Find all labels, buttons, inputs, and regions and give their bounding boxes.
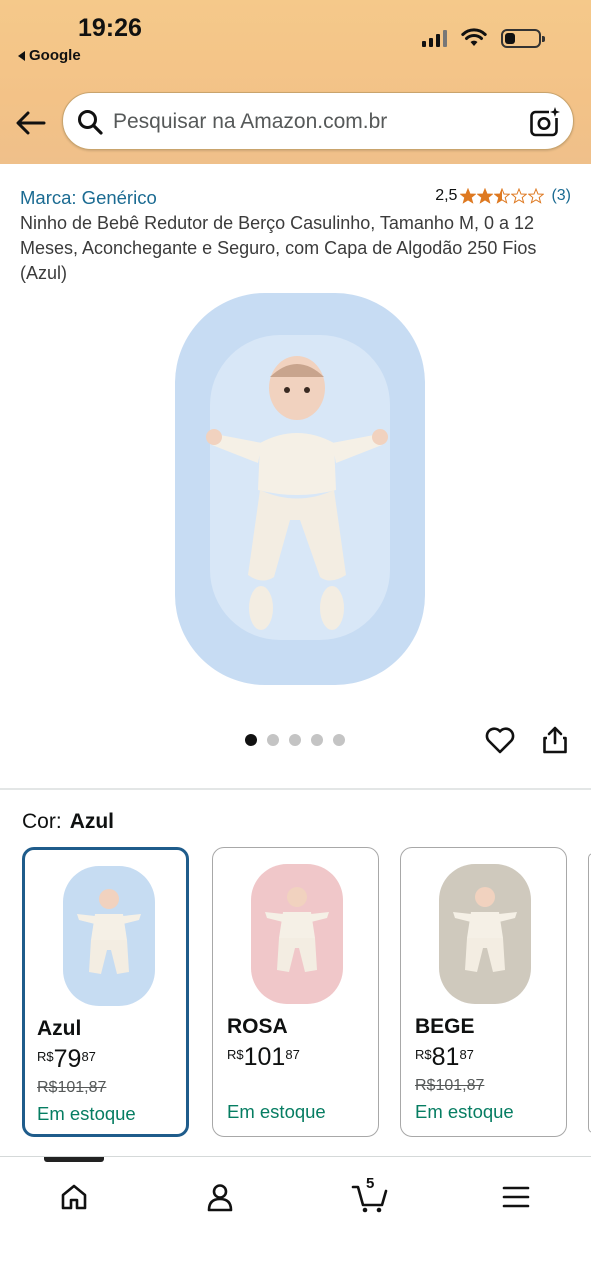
star-empty-icon	[528, 188, 545, 204]
nav-account[interactable]	[200, 1177, 240, 1217]
color-option-azul[interactable]: Azul R$ 79 87 R$101,87 Em estoque	[22, 847, 189, 1137]
nav-menu[interactable]	[496, 1177, 536, 1217]
stock-status: Em estoque	[37, 1103, 136, 1124]
color-thumbnail	[251, 864, 343, 1004]
wifi-icon	[461, 28, 487, 46]
active-tab-indicator	[44, 1157, 104, 1162]
search-input[interactable]	[113, 93, 513, 151]
price-cents: 87	[459, 1047, 474, 1062]
back-triangle-icon	[18, 50, 25, 61]
color-option-rosa[interactable]: ROSA R$ 101 87 Em estoque	[212, 847, 379, 1137]
color-thumbnail	[63, 866, 155, 1006]
carousel-dot[interactable]	[289, 734, 301, 746]
rating-value: 2,5	[435, 187, 458, 204]
back-arrow-icon[interactable]	[14, 108, 46, 138]
search-row	[0, 92, 591, 154]
color-label: Cor: Azul	[22, 810, 114, 834]
app-header: 19:26 Google	[0, 0, 591, 164]
camera-search-icon[interactable]	[529, 106, 561, 138]
list-price: R$101,87	[37, 1079, 107, 1096]
cart-count-badge: 5	[366, 1175, 375, 1192]
star-empty-icon	[511, 188, 528, 204]
image-carousel-dots	[245, 734, 345, 746]
color-label-prefix: Cor:	[22, 810, 62, 833]
color-option-price: R$ 79 87	[37, 1046, 96, 1072]
star-full-icon	[477, 188, 494, 204]
status-icons	[422, 28, 545, 48]
color-option-bege[interactable]: BEGE R$ 81 87 R$101,87 Em estoque	[400, 847, 567, 1137]
price-cents: 87	[81, 1049, 96, 1064]
home-icon	[61, 1184, 87, 1210]
color-option-name: Azul	[37, 1017, 82, 1040]
star-half-icon	[494, 188, 511, 204]
status-time: 19:26	[78, 14, 142, 42]
price-whole: 81	[431, 1043, 460, 1071]
share-icon[interactable]	[540, 725, 570, 755]
rating-summary[interactable]: 2,5 (3)	[435, 187, 571, 205]
bottom-nav-bar: 5	[0, 1156, 591, 1280]
section-divider	[0, 788, 591, 790]
color-option-name: ROSA	[227, 1015, 288, 1038]
price-currency: R$	[37, 1049, 54, 1064]
price-currency: R$	[415, 1047, 432, 1062]
search-icon	[78, 110, 103, 135]
cellular-signal-icon	[422, 29, 447, 47]
product-title: Ninho de Bebê Redutor de Berço Casulinho…	[20, 213, 537, 283]
color-option-price: R$ 101 87	[227, 1044, 300, 1070]
carousel-dot[interactable]	[333, 734, 345, 746]
price-whole: 79	[53, 1045, 82, 1073]
color-option-price: R$ 81 87	[415, 1044, 474, 1070]
nav-cart[interactable]: 5	[350, 1175, 390, 1217]
color-option-name: BEGE	[415, 1015, 475, 1038]
rating-stars	[460, 188, 545, 204]
list-price: R$101,87	[415, 1077, 485, 1094]
stock-status: Em estoque	[227, 1101, 326, 1122]
back-to-app-link[interactable]: Google	[18, 47, 81, 64]
price-cents: 87	[285, 1047, 300, 1062]
battery-icon	[501, 28, 545, 48]
product-main-image[interactable]	[150, 285, 440, 695]
back-app-label: Google	[29, 47, 81, 64]
rating-count-link[interactable]: (3)	[551, 187, 571, 205]
price-whole: 101	[243, 1043, 286, 1071]
carousel-dot[interactable]	[267, 734, 279, 746]
carousel-dot-active[interactable]	[245, 734, 257, 746]
hamburger-menu-icon	[502, 1186, 530, 1208]
color-thumbnail	[439, 864, 531, 1004]
star-full-icon	[460, 188, 477, 204]
heart-icon[interactable]	[484, 724, 516, 756]
price-currency: R$	[227, 1047, 244, 1062]
stock-status: Em estoque	[415, 1101, 514, 1122]
brand-rating-row: Marca: Genérico 2,5 (3)	[20, 187, 571, 209]
brand-link[interactable]: Marca: Genérico	[20, 187, 157, 209]
user-icon	[207, 1184, 233, 1212]
nav-home[interactable]	[54, 1177, 94, 1217]
selected-color-name: Azul	[69, 810, 115, 833]
carousel-dot[interactable]	[311, 734, 323, 746]
search-bar[interactable]	[62, 92, 574, 151]
